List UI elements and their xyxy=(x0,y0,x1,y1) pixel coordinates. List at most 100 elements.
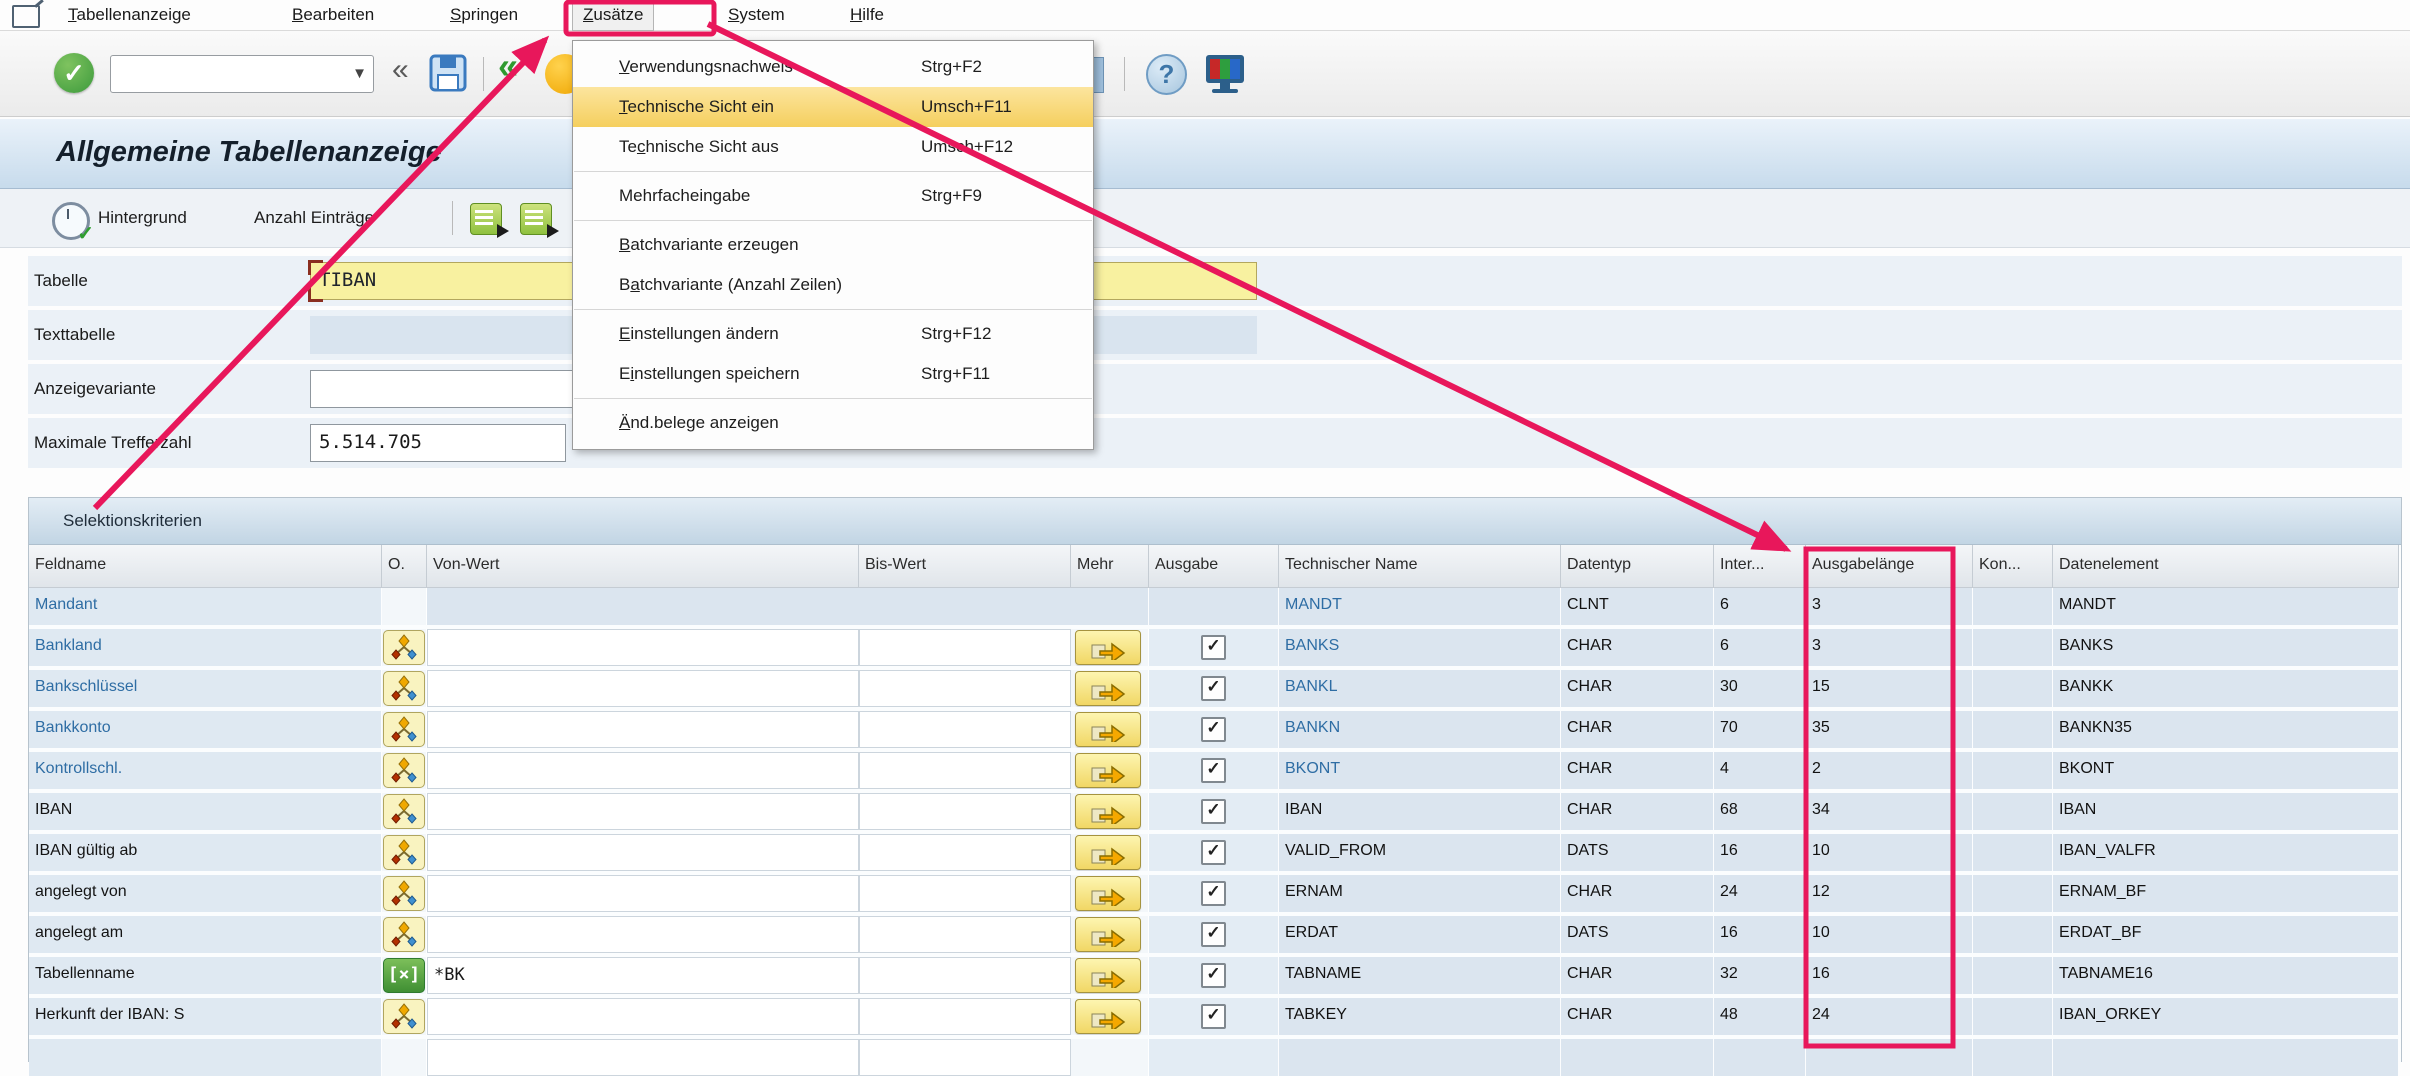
output-checkbox[interactable]: ✓ xyxy=(1201,717,1226,742)
output-checkbox[interactable]: ✓ xyxy=(1201,840,1226,865)
menu-item-technische-sicht-ein[interactable]: Technische Sicht einUmsch+F11 xyxy=(573,87,1093,127)
selection-options-icon[interactable] xyxy=(383,876,425,911)
bis-wert-input[interactable] xyxy=(859,793,1071,830)
output-checkbox[interactable]: ✓ xyxy=(1201,1004,1226,1029)
von-wert-input[interactable] xyxy=(427,670,859,707)
von-wert-input[interactable] xyxy=(427,916,859,953)
output-checkbox[interactable]: ✓ xyxy=(1201,799,1226,824)
max-trefferzahl-input[interactable]: 5.514.705 xyxy=(310,424,566,462)
von-wert-input[interactable] xyxy=(427,1039,859,1076)
von-wert-input xyxy=(427,588,859,625)
von-wert-input[interactable] xyxy=(427,998,859,1035)
technical-name-cell: BANKN xyxy=(1279,711,1561,748)
mehr-cell xyxy=(1071,957,1149,994)
more-selection-button[interactable] xyxy=(1075,917,1141,952)
menu-item-tabellenanzeige[interactable]: Tabellenanzeige xyxy=(58,0,201,29)
conversion-cell xyxy=(1973,752,2053,789)
enter-icon[interactable]: ✓ xyxy=(54,53,94,93)
von-wert-input[interactable] xyxy=(427,793,859,830)
selection-options-icon[interactable] xyxy=(383,753,425,788)
more-selection-button[interactable] xyxy=(1075,753,1141,788)
bis-wert-input[interactable] xyxy=(859,916,1071,953)
more-selection-button[interactable] xyxy=(1075,835,1141,870)
selection-options-icon[interactable] xyxy=(383,917,425,952)
bis-wert-input[interactable] xyxy=(859,670,1071,707)
bis-wert-input[interactable] xyxy=(859,1039,1071,1076)
feldname-cell xyxy=(29,1039,382,1076)
table-contents-icon[interactable] xyxy=(470,203,502,235)
menu-item-batchvariante-anzahl-zeilen[interactable]: Batchvariante (Anzahl Zeilen) xyxy=(573,265,1093,305)
menu-item-bearbeiten[interactable]: Bearbeiten xyxy=(282,0,384,29)
help-icon[interactable]: ? xyxy=(1146,54,1187,95)
bis-wert-input[interactable] xyxy=(859,957,1071,994)
von-wert-input[interactable] xyxy=(427,629,859,666)
execute-in-background-icon[interactable] xyxy=(52,202,90,240)
anzeigevariante-input[interactable] xyxy=(310,370,580,408)
von-wert-input[interactable] xyxy=(427,834,859,871)
selection-options-icon[interactable] xyxy=(383,630,425,665)
mehr-cell xyxy=(1071,752,1149,789)
output-checkbox[interactable]: ✓ xyxy=(1201,758,1226,783)
bis-wert-input[interactable] xyxy=(859,752,1071,789)
command-field[interactable]: ▼ xyxy=(110,55,374,93)
more-selection-button[interactable] xyxy=(1075,876,1141,911)
data-element-cell: IBAN_VALFR xyxy=(2053,834,2399,871)
more-selection-button[interactable] xyxy=(1075,999,1141,1034)
menu-item-mehrfacheingabe[interactable]: MehrfacheingabeStrg+F9 xyxy=(573,176,1093,216)
output-checkbox[interactable]: ✓ xyxy=(1201,635,1226,660)
bis-wert-input[interactable] xyxy=(859,875,1071,912)
data-element-cell: MANDT xyxy=(2053,588,2399,625)
menu-item-technische-sicht-aus[interactable]: Technische Sicht ausUmsch+F12 xyxy=(573,127,1093,167)
more-selection-button[interactable] xyxy=(1075,958,1141,993)
anzahl-eintraege-button[interactable]: Anzahl Einträge xyxy=(254,189,374,247)
menu-item-zusaetze[interactable]: Zusätze xyxy=(572,0,654,31)
save-icon[interactable] xyxy=(428,53,468,93)
menu-item-springen[interactable]: Springen xyxy=(440,0,528,29)
menu-item-system[interactable]: System xyxy=(718,0,795,29)
back-icon[interactable]: « xyxy=(498,45,518,87)
bis-wert-input[interactable] xyxy=(859,998,1071,1035)
selection-option-cell xyxy=(382,752,427,789)
bis-wert-input[interactable] xyxy=(859,834,1071,871)
output-checkbox[interactable]: ✓ xyxy=(1201,676,1226,701)
datatype-cell: CHAR xyxy=(1561,957,1714,994)
internal-length-cell: 30 xyxy=(1714,670,1806,707)
selection-options-icon[interactable] xyxy=(383,999,425,1034)
von-wert-input[interactable]: *BK xyxy=(427,957,859,994)
more-selection-button[interactable] xyxy=(1075,671,1141,706)
hintergrund-button[interactable]: Hintergrund xyxy=(98,189,187,247)
create-shortcut-icon[interactable] xyxy=(1093,57,1104,93)
menu-item-einstellungen-aendern[interactable]: Einstellungen ändernStrg+F12 xyxy=(573,314,1093,354)
bis-wert-input[interactable] xyxy=(859,629,1071,666)
selection-options-icon[interactable] xyxy=(383,712,425,747)
feldname-cell: Herkunft der IBAN: S xyxy=(29,998,382,1035)
technical-name-cell: IBAN xyxy=(1279,793,1561,830)
selection-options-icon[interactable] xyxy=(383,794,425,829)
menu-item-batchvariante-erzeugen[interactable]: Batchvariante erzeugen xyxy=(573,225,1093,265)
more-selection-button[interactable] xyxy=(1075,712,1141,747)
more-selection-button[interactable] xyxy=(1075,794,1141,829)
von-wert-input[interactable] xyxy=(427,711,859,748)
menu-item-aend-belege-anzeigen[interactable]: Änd.belege anzeigen xyxy=(573,403,1093,443)
pattern-selection-icon[interactable]: [×] xyxy=(383,958,425,993)
selection-options-icon[interactable] xyxy=(383,835,425,870)
bis-wert-input[interactable] xyxy=(859,711,1071,748)
menu-item-hilfe[interactable]: Hilfe xyxy=(840,0,894,29)
more-selection-button[interactable] xyxy=(1075,630,1141,665)
chevron-down-icon[interactable]: ▼ xyxy=(352,65,367,82)
form-row-tabelle: Tabelle TIBAN xyxy=(28,256,2402,306)
menu-item-einstellungen-speichern[interactable]: Einstellungen speichernStrg+F11 xyxy=(573,354,1093,394)
table-contents-alt-icon[interactable] xyxy=(520,203,552,235)
output-checkbox[interactable]: ✓ xyxy=(1201,922,1226,947)
menu-item-verwendungsnachweis[interactable]: VerwendungsnachweisStrg+F2 xyxy=(573,47,1093,87)
von-wert-input[interactable] xyxy=(427,875,859,912)
selection-options-icon[interactable] xyxy=(383,671,425,706)
output-checkbox[interactable]: ✓ xyxy=(1201,881,1226,906)
von-wert-input[interactable] xyxy=(427,752,859,789)
collapse-toolbar-icon[interactable]: « xyxy=(392,53,409,87)
shortcut-label: Strg+F12 xyxy=(921,314,991,354)
datatype-cell: CHAR xyxy=(1561,670,1714,707)
customize-layout-icon[interactable] xyxy=(1202,53,1248,95)
datatype-cell: CHAR xyxy=(1561,998,1714,1035)
output-checkbox[interactable]: ✓ xyxy=(1201,963,1226,988)
